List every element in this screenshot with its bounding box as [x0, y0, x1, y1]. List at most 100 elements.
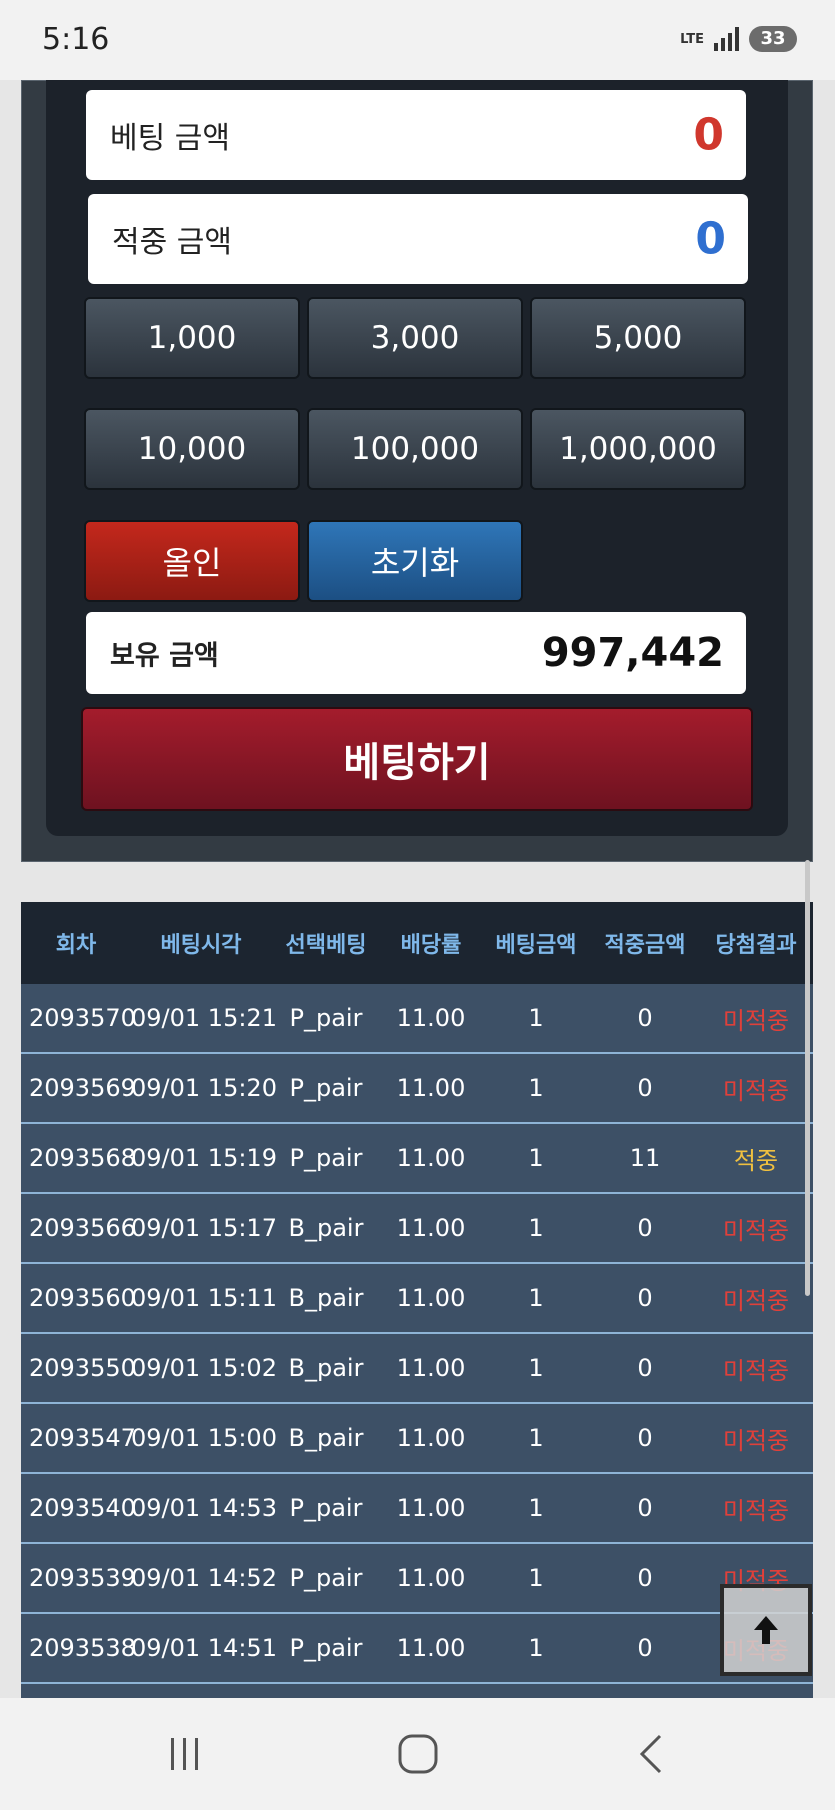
- odds-cell: 11.00: [396, 1074, 466, 1102]
- table-row: 2093570 09/01 15:21 P_pair 11.00 1 0 미적중: [21, 984, 813, 1054]
- column-header-odds: 배당률: [400, 933, 462, 958]
- table-row: 2093569 09/01 15:20 P_pair 11.00 1 0 미적중: [21, 1054, 813, 1124]
- bet-amount-cell: 1: [528, 1004, 544, 1032]
- selection-cell: P_pair: [289, 1564, 363, 1592]
- bet-time-cell: 09/01 14:51: [131, 1634, 277, 1662]
- chip-button-1000000[interactable]: 1,000,000: [530, 408, 746, 490]
- scroll-to-top-button[interactable]: [720, 1584, 812, 1676]
- chip-button-3000[interactable]: 3,000: [307, 297, 523, 379]
- column-header-bet-time: 베팅시각: [160, 933, 242, 958]
- result-cell: 미적중: [722, 1006, 790, 1035]
- win-amount-cell: 0: [637, 1424, 653, 1452]
- result-cell: 미적중: [722, 1216, 790, 1245]
- recent-apps-button[interactable]: [125, 1698, 245, 1810]
- win-amount-cell: 0: [637, 1074, 653, 1102]
- place-bet-button[interactable]: 베팅하기: [81, 707, 753, 811]
- table-row: 2093550 09/01 15:02 B_pair 11.00 1 0 미적중: [21, 1334, 813, 1404]
- odds-cell: 11.00: [396, 1494, 466, 1522]
- chip-button-5000[interactable]: 5,000: [530, 297, 746, 379]
- win-amount-cell: 0: [637, 1284, 653, 1312]
- result-cell: 미적중: [722, 1496, 790, 1525]
- column-header-win-amount: 적중금액: [604, 933, 686, 958]
- home-button[interactable]: [358, 1698, 478, 1810]
- round-cell: 2093538: [29, 1634, 136, 1662]
- win-amount-value: 0: [695, 213, 726, 265]
- bet-time-cell: 09/01 15:11: [131, 1284, 277, 1312]
- navigation-bar: [0, 1698, 835, 1810]
- bet-time-cell: 09/01 14:52: [131, 1564, 277, 1592]
- column-header-bet-amount: 베팅금액: [495, 933, 577, 958]
- chip-button-10000[interactable]: 10,000: [84, 408, 300, 490]
- bet-amount-cell: 1: [528, 1354, 544, 1382]
- battery-icon: 33: [749, 26, 797, 52]
- bet-time-cell: 09/01 15:17: [131, 1214, 277, 1242]
- balance-value: 997,442: [541, 630, 724, 676]
- selection-cell: P_pair: [289, 1004, 363, 1032]
- bet-time-cell: 09/01 15:21: [131, 1004, 277, 1032]
- round-cell: 2093568: [29, 1144, 136, 1172]
- bet-amount-label: 베팅 금액: [110, 121, 230, 156]
- odds-cell: 11.00: [396, 1634, 466, 1662]
- result-cell: 미적중: [722, 1076, 790, 1105]
- selection-cell: B_pair: [288, 1354, 364, 1382]
- selection-cell: P_pair: [289, 1144, 363, 1172]
- chip-button-1000[interactable]: 1,000: [84, 297, 300, 379]
- scrollbar[interactable]: [805, 860, 810, 1296]
- win-amount-cell: 0: [637, 1004, 653, 1032]
- selection-cell: B_pair: [288, 1284, 364, 1312]
- arrow-up-icon: [754, 1616, 778, 1644]
- round-cell: 2093539: [29, 1564, 136, 1592]
- round-cell: 2093560: [29, 1284, 136, 1312]
- all-in-button[interactable]: 올인: [84, 520, 300, 602]
- odds-cell: 11.00: [396, 1354, 466, 1382]
- bet-amount-value: 0: [693, 109, 724, 161]
- balance-box: 보유 금액 997,442: [86, 612, 746, 694]
- table-row: 2093568 09/01 15:19 P_pair 11.00 1 11 적중: [21, 1124, 813, 1194]
- back-button[interactable]: [592, 1698, 712, 1810]
- column-header-round: 회차: [55, 933, 97, 958]
- balance-label: 보유 금액: [110, 640, 219, 672]
- odds-cell: 11.00: [396, 1284, 466, 1312]
- signal-icon: [714, 27, 739, 51]
- win-amount-cell: 0: [637, 1214, 653, 1242]
- status-time: 5:16: [42, 22, 110, 57]
- odds-cell: 11.00: [396, 1424, 466, 1452]
- table-row: 2093539 09/01 14:52 P_pair 11.00 1 0 미적중: [21, 1544, 813, 1614]
- bet-time-cell: 09/01 14:53: [131, 1494, 277, 1522]
- result-cell: 미적중: [722, 1356, 790, 1385]
- table-row: 2093566 09/01 15:17 B_pair 11.00 1 0 미적중: [21, 1194, 813, 1264]
- status-bar: 5:16 LTE 33: [0, 0, 835, 80]
- round-cell: 2093566: [29, 1214, 136, 1242]
- bet-time-cell: 09/01 15:02: [131, 1354, 277, 1382]
- column-header-result: 당첨결과: [715, 933, 797, 958]
- selection-cell: B_pair: [288, 1214, 364, 1242]
- round-cell: 2093547: [29, 1424, 136, 1452]
- odds-cell: 11.00: [396, 1004, 466, 1032]
- bet-amount-cell: 1: [528, 1284, 544, 1312]
- bet-amount-cell: 1: [528, 1214, 544, 1242]
- bet-amount-cell: 1: [528, 1144, 544, 1172]
- status-icons: LTE 33: [680, 26, 797, 52]
- bet-amount-cell: 1: [528, 1564, 544, 1592]
- bet-amount-cell: 1: [528, 1634, 544, 1662]
- table-row: 2093547 09/01 15:00 B_pair 11.00 1 0 미적중: [21, 1404, 813, 1474]
- reset-button[interactable]: 초기화: [307, 520, 523, 602]
- selection-cell: P_pair: [289, 1494, 363, 1522]
- win-amount-cell: 0: [637, 1494, 653, 1522]
- round-cell: 2093569: [29, 1074, 136, 1102]
- bet-time-cell: 09/01 15:19: [131, 1144, 277, 1172]
- bet-time-cell: 09/01 15:20: [131, 1074, 277, 1102]
- round-cell: 2093540: [29, 1494, 136, 1522]
- table-row: 2093560 09/01 15:11 B_pair 11.00 1 0 미적중: [21, 1264, 813, 1334]
- table-row: 209353809/01 14:51P_pair11.0010미적중: [21, 1614, 813, 1684]
- home-icon: [398, 1734, 438, 1774]
- result-cell: 미적중: [722, 1286, 790, 1315]
- win-amount-cell: 11: [629, 1144, 661, 1172]
- win-amount-box: 적중 금액 0: [88, 194, 748, 284]
- chip-button-100000[interactable]: 100,000: [307, 408, 523, 490]
- win-amount-cell: 0: [637, 1634, 653, 1662]
- bet-history-table: 회차 베팅시각 선택베팅 배당률 베팅금액 적중금액 당첨결과 2093570 0…: [21, 902, 813, 1698]
- table-header: 회차 베팅시각 선택베팅 배당률 베팅금액 적중금액 당첨결과: [21, 902, 813, 984]
- table-row: 2093540 09/01 14:53 P_pair 11.00 1 0 미적중: [21, 1474, 813, 1544]
- selection-cell: P_pair: [289, 1074, 363, 1102]
